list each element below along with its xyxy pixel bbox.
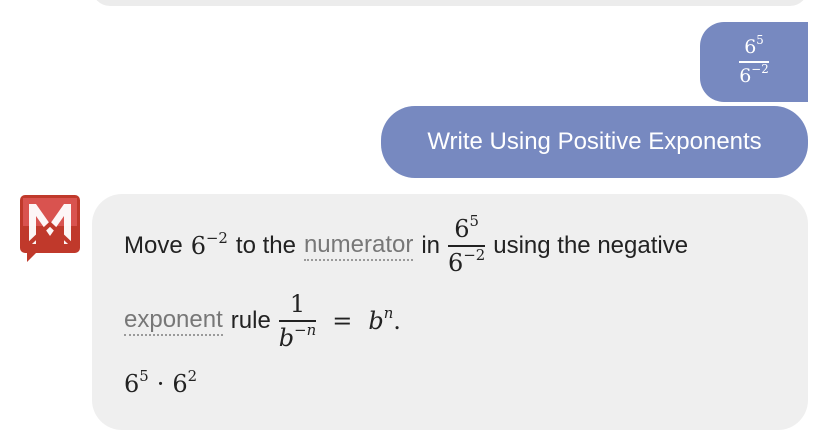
period: . — [393, 307, 401, 335]
denominator-exponent: −2 — [751, 61, 769, 76]
numerator-exponent: 5 — [756, 33, 764, 48]
user-fraction: 65 6−2 — [739, 35, 769, 87]
multiply-dot: · — [156, 370, 165, 398]
command-text: Write Using Positive Exponents — [427, 128, 762, 155]
explanation-line-1: Move 6−2 to the numerator in 65 6−2 usin… — [124, 206, 688, 286]
move-text: Move — [124, 232, 183, 259]
user-command-bubble[interactable]: Write Using Positive Exponents — [381, 106, 808, 178]
explanation-fraction: 65 6−2 — [448, 212, 486, 277]
numerator-base: 6 — [744, 36, 757, 59]
denominator-base: 6 — [739, 64, 752, 87]
negative-rule-text: using the negative — [493, 232, 689, 259]
exponent-link[interactable]: exponent — [124, 306, 223, 336]
mathway-logo-icon — [20, 195, 80, 262]
rule-text: rule — [230, 307, 271, 334]
user-expression-bubble[interactable]: 65 6−2 — [700, 22, 808, 102]
term-6-neg2: 6−2 — [190, 228, 228, 260]
equals-sign: = — [332, 307, 353, 335]
result-term-a: 65 — [124, 366, 149, 398]
rule-fraction: 1 b−n — [278, 290, 317, 352]
rule-rhs: bn — [368, 303, 394, 335]
result-term-b: 62 — [172, 366, 198, 398]
answer-card: Move 6−2 to the numerator in 65 6−2 usin… — [92, 194, 808, 430]
previous-message-card — [92, 0, 808, 6]
numerator-link[interactable]: numerator — [303, 231, 414, 261]
in-text: in — [421, 232, 441, 259]
to-the-text: to the — [235, 232, 296, 259]
explanation-line-2: exponent rule 1 b−n = bn. — [124, 289, 401, 353]
result-expression: 65 · 62 — [124, 364, 197, 404]
